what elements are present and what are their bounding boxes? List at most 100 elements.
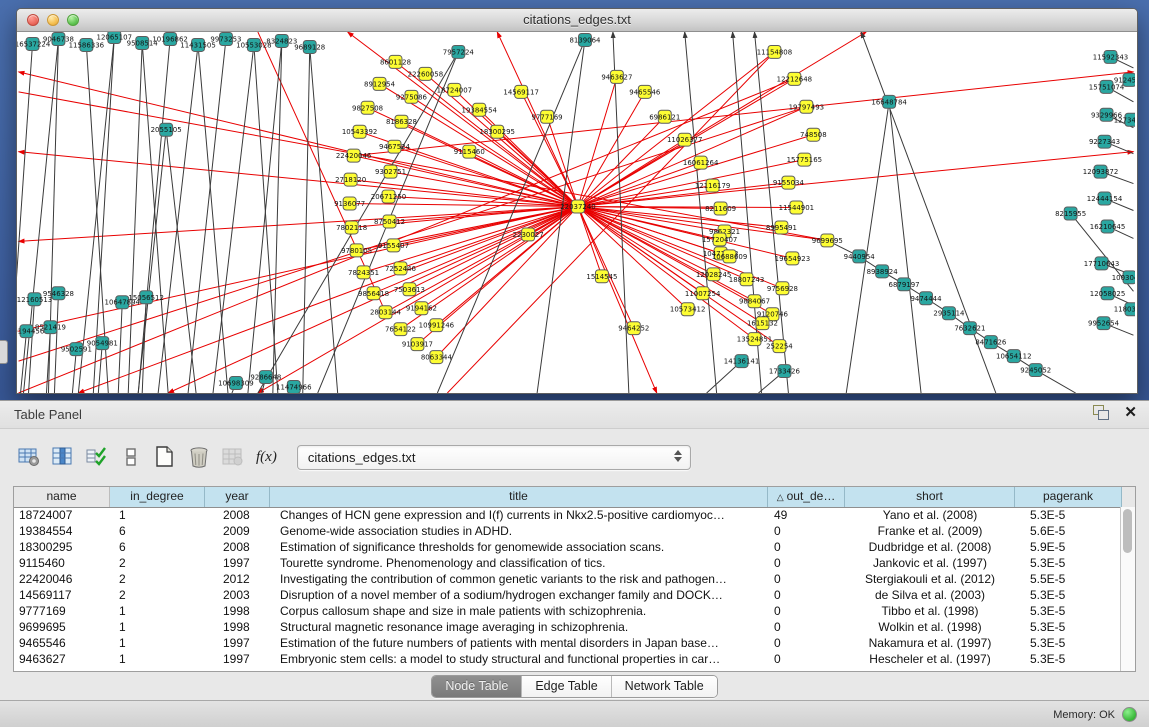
cell-in-degree[interactable]: 1 [110,651,205,667]
cell-short[interactable]: Yano et al. (2008) [845,507,1015,523]
cell-title[interactable]: Structural magnetic resonance image aver… [270,619,768,635]
delete-icon[interactable] [184,443,214,471]
cell-in-degree[interactable]: 2 [110,571,205,587]
tab-edge-table[interactable]: Edge Table [521,676,610,697]
cell-out-degree[interactable]: 0 [768,571,845,587]
table-row[interactable]: 1456911722003Disruption of a novel membe… [14,587,1121,603]
cell-short[interactable]: Tibbo et al. (1998) [845,603,1015,619]
column-header-short[interactable]: short [845,487,1015,507]
cell-out-degree[interactable]: 0 [768,635,845,651]
cell-in-degree[interactable]: 1 [110,619,205,635]
deselect-icon[interactable] [116,443,146,471]
cell-name[interactable]: 22420046 [14,571,110,587]
cell-title[interactable]: Corpus callosum shape and size in male p… [270,603,768,619]
cell-short[interactable]: Dudbridge et al. (2008) [845,539,1015,555]
cell-in-degree[interactable]: 2 [110,587,205,603]
vertical-scrollbar[interactable] [1120,507,1135,671]
cell-short[interactable]: Jankovic et al. (1997) [845,555,1015,571]
cell-pagerank[interactable]: 5.3E-5 [1015,603,1121,619]
cell-year[interactable]: 1998 [205,619,270,635]
cell-pagerank[interactable]: 5.3E-5 [1015,507,1121,523]
cell-year[interactable]: 2012 [205,571,270,587]
close-window-button[interactable] [27,14,39,26]
window-titlebar[interactable]: citations_edges.txt [17,9,1137,32]
cell-name[interactable]: 18724007 [14,507,110,523]
table-row[interactable]: 977716911998Corpus callosum shape and si… [14,603,1121,619]
table-settings-icon[interactable] [14,443,44,471]
cell-out-degree[interactable]: 0 [768,603,845,619]
cell-name[interactable]: 9115460 [14,555,110,571]
column-header-in-degree[interactable]: in_degree [110,487,205,507]
table-row[interactable]: 1830029562008Estimation of significance … [14,539,1121,555]
cell-year[interactable]: 2003 [205,587,270,603]
cell-out-degree[interactable]: 0 [768,523,845,539]
cell-short[interactable]: Wolkin et al. (1998) [845,619,1015,635]
cell-title[interactable]: Changes of HCN gene expression and I(f) … [270,507,768,523]
cell-out-degree[interactable]: 0 [768,619,845,635]
column-header-name[interactable]: name [14,487,110,507]
column-header-title[interactable]: title [270,487,768,507]
cell-pagerank[interactable]: 5.5E-5 [1015,571,1121,587]
cell-in-degree[interactable]: 2 [110,555,205,571]
column-header-year[interactable]: year [205,487,270,507]
cell-year[interactable]: 1997 [205,651,270,667]
cell-in-degree[interactable]: 6 [110,523,205,539]
cell-in-degree[interactable]: 1 [110,507,205,523]
select-all-icon[interactable] [82,443,112,471]
cell-title[interactable]: Investigating the contribution of common… [270,571,768,587]
column-visibility-icon[interactable] [48,443,78,471]
minimize-window-button[interactable] [47,14,59,26]
cell-out-degree[interactable]: 0 [768,539,845,555]
cell-title[interactable]: Disruption of a novel member of a sodium… [270,587,768,603]
function-builder-icon[interactable]: f(x) [256,449,277,466]
table-row[interactable]: 911546021997Tourette syndrome. Phenomeno… [14,555,1121,571]
cell-name[interactable]: 9699695 [14,619,110,635]
table-row[interactable]: 2242004622012Investigating the contribut… [14,571,1121,587]
cell-year[interactable]: 2008 [205,539,270,555]
table-row[interactable]: 946554611997Estimation of the future num… [14,635,1121,651]
cell-pagerank[interactable]: 5.3E-5 [1015,619,1121,635]
cell-short[interactable]: de Silva et al. (2003) [845,587,1015,603]
cell-name[interactable]: 9777169 [14,603,110,619]
cell-pagerank[interactable]: 5.9E-5 [1015,539,1121,555]
cell-title[interactable]: Genome-wide association studies in ADHD. [270,523,768,539]
cell-out-degree[interactable]: 49 [768,507,845,523]
cell-out-degree[interactable]: 0 [768,651,845,667]
column-header-out-degree[interactable]: △out_de… [768,487,845,507]
cell-title[interactable]: Estimation of significance thresholds fo… [270,539,768,555]
cell-short[interactable]: Hescheler et al. (1997) [845,651,1015,667]
network-canvas[interactable]: 1653722490467381158633612065107950851410… [17,32,1135,393]
cell-short[interactable]: Nakamura et al. (1997) [845,635,1015,651]
cell-pagerank[interactable]: 5.6E-5 [1015,523,1121,539]
cell-pagerank[interactable]: 5.3E-5 [1015,651,1121,667]
cell-out-degree[interactable]: 0 [768,587,845,603]
cell-pagerank[interactable]: 5.3E-5 [1015,635,1121,651]
cell-title[interactable]: Tourette syndrome. Phenomenology and cla… [270,555,768,571]
cell-in-degree[interactable]: 6 [110,539,205,555]
column-header-pagerank[interactable]: pagerank [1015,487,1122,507]
cell-name[interactable]: 19384554 [14,523,110,539]
cell-year[interactable]: 1997 [205,635,270,651]
cell-in-degree[interactable]: 1 [110,635,205,651]
cell-short[interactable]: Franke et al. (2009) [845,523,1015,539]
table-selector-dropdown[interactable]: citations_edges.txt [297,445,691,470]
tab-network-table[interactable]: Network Table [611,676,717,697]
cell-name[interactable]: 9463627 [14,651,110,667]
cell-year[interactable]: 2009 [205,523,270,539]
table-row[interactable]: 1872400712008Changes of HCN gene express… [14,507,1121,523]
close-panel-icon[interactable]: ✕ [1124,405,1137,420]
float-panel-icon[interactable] [1093,405,1110,420]
cell-out-degree[interactable]: 0 [768,555,845,571]
cell-title[interactable]: Estimation of the future numbers of pati… [270,635,768,651]
memory-status-indicator[interactable] [1122,707,1137,722]
cell-pagerank[interactable]: 5.3E-5 [1015,555,1121,571]
cell-year[interactable]: 2008 [205,507,270,523]
cell-pagerank[interactable]: 5.3E-5 [1015,587,1121,603]
new-document-icon[interactable] [150,443,180,471]
delete-table-icon[interactable] [218,443,248,471]
cell-name[interactable]: 18300295 [14,539,110,555]
tab-node-table[interactable]: Node Table [432,676,521,697]
cell-name[interactable]: 9465546 [14,635,110,651]
cell-year[interactable]: 1998 [205,603,270,619]
cell-in-degree[interactable]: 1 [110,603,205,619]
